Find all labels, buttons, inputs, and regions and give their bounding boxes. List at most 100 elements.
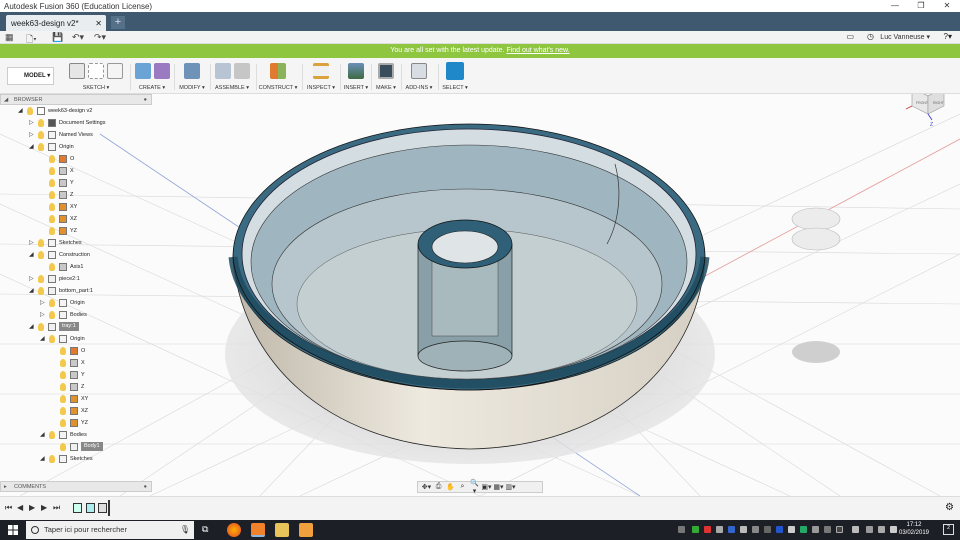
tray-app-icon-5[interactable] <box>740 526 747 533</box>
addins-menu[interactable]: ADD-INS ▾ <box>404 85 434 91</box>
tree-expand-arrow-icon[interactable]: ◢ <box>18 105 23 117</box>
tray-app-icon-6[interactable] <box>752 526 759 533</box>
undo-icon[interactable]: ↶▾ <box>72 32 84 43</box>
tray-app-icon-11[interactable] <box>836 526 843 533</box>
insert-group[interactable]: INSERT ▾ <box>342 60 370 91</box>
select-menu[interactable]: SELECT ▾ <box>441 85 469 91</box>
create-sketch-icon[interactable] <box>69 63 85 79</box>
create-menu[interactable]: CREATE ▾ <box>132 85 172 91</box>
look-at-icon[interactable]: ⎙ <box>433 483 444 491</box>
visibility-bulb-icon[interactable] <box>49 299 55 307</box>
browser-tree-row[interactable]: Y <box>0 369 152 381</box>
browser-tree-row[interactable]: ◢ tray:1 <box>0 321 152 333</box>
tray-app-icon-7[interactable] <box>764 526 771 533</box>
visibility-bulb-icon[interactable] <box>60 443 66 451</box>
visibility-bulb-icon[interactable] <box>38 287 44 295</box>
assemble-menu[interactable]: ASSEMBLE ▾ <box>212 85 252 91</box>
tree-expand-arrow-icon[interactable]: ◢ <box>40 333 45 345</box>
visibility-bulb-icon[interactable] <box>60 383 66 391</box>
visibility-bulb-icon[interactable] <box>60 371 66 379</box>
insert-image-icon[interactable] <box>348 63 364 79</box>
action-center-icon[interactable]: 2 <box>943 524 954 535</box>
tray-app-icon-8[interactable] <box>788 526 795 533</box>
browser-tree-row[interactable]: XZ <box>0 405 152 417</box>
visibility-bulb-icon[interactable] <box>60 395 66 403</box>
assemble-group[interactable]: ASSEMBLE ▾ <box>212 60 252 91</box>
browser-tree-row[interactable]: ▷ Sketches <box>0 237 152 249</box>
inspect-group[interactable]: INSPECT ▾ <box>304 60 338 91</box>
go-to-end-button[interactable]: ⏭ <box>53 503 60 513</box>
windows-start-icon[interactable] <box>8 525 18 535</box>
browser-tree-row[interactable]: ▷ Document Settings <box>0 117 152 129</box>
browser-tree-row[interactable]: ▷ Named Views <box>0 129 152 141</box>
tray-app-icon-1[interactable] <box>692 526 699 533</box>
visibility-bulb-icon[interactable] <box>49 311 55 319</box>
browser-tree-row[interactable]: ◢ Origin <box>0 141 152 153</box>
task-view-icon[interactable]: ⧉ <box>202 524 208 535</box>
visibility-bulb-icon[interactable] <box>60 419 66 427</box>
joint-icon[interactable] <box>233 63 250 79</box>
visibility-bulb-icon[interactable] <box>38 275 44 283</box>
timeline-feature-extrude[interactable] <box>86 503 95 513</box>
timeline-feature-component[interactable] <box>98 503 107 513</box>
orbit-icon[interactable]: ✥▾ <box>421 483 432 491</box>
browser-tree-row[interactable]: YZ <box>0 225 152 237</box>
close-button[interactable]: ✕ <box>934 0 960 12</box>
viewports-icon[interactable]: ▥▾ <box>505 483 516 491</box>
3d-print-icon[interactable] <box>378 63 394 79</box>
grid-settings-icon[interactable]: ▦▾ <box>493 483 504 491</box>
browser-tree-row[interactable]: Y <box>0 177 152 189</box>
pan-icon[interactable]: ✋ <box>445 483 456 491</box>
fusion360-taskbar-icon[interactable] <box>251 523 265 537</box>
firefox-icon[interactable] <box>227 523 241 537</box>
comments-panel[interactable]: ▸ COMMENTS ● <box>0 481 152 492</box>
addins-group[interactable]: ADD-INS ▾ <box>404 60 434 91</box>
visibility-bulb-icon[interactable] <box>38 239 44 247</box>
browser-tree-row[interactable]: YZ <box>0 417 152 429</box>
clock[interactable]: 17:12 03/02/2019 <box>894 521 934 537</box>
select-cursor-icon[interactable] <box>446 62 464 80</box>
sketch-group[interactable]: SKETCH ▾ <box>64 60 128 91</box>
timeline-marker[interactable] <box>108 500 110 516</box>
visibility-bulb-icon[interactable] <box>38 143 44 151</box>
tray-app-icon-4[interactable] <box>728 526 735 533</box>
inspect-menu[interactable]: INSPECT ▾ <box>304 85 338 91</box>
visibility-bulb-icon[interactable] <box>60 359 66 367</box>
tree-expand-arrow-icon[interactable]: ◢ <box>29 321 34 333</box>
rectangle-tool-icon[interactable] <box>107 63 123 79</box>
document-tab[interactable]: week63-design v2* ✕ <box>6 15 106 31</box>
browser-header[interactable]: ◢ BROWSER ● <box>0 94 152 105</box>
people-icon[interactable] <box>678 526 685 533</box>
chat-icon[interactable]: ▭ <box>846 32 854 41</box>
file-explorer-icon[interactable] <box>275 523 289 537</box>
browser-tree-row[interactable]: ◢ bottom_part:1 <box>0 285 152 297</box>
browser-tree-row[interactable]: O <box>0 153 152 165</box>
browser-tree-row[interactable]: ▷ piece2:1 <box>0 273 152 285</box>
visibility-bulb-icon[interactable] <box>27 107 33 115</box>
new-tab-button[interactable]: + <box>111 16 125 29</box>
browser-tree-row[interactable]: Axis1 <box>0 261 152 273</box>
modify-menu[interactable]: MODIFY ▾ <box>178 85 206 91</box>
construct-group[interactable]: CONSTRUCT ▾ <box>258 60 298 91</box>
collapse-arrow-icon[interactable]: ◢ <box>4 95 8 105</box>
zoom-icon[interactable]: ⌕ <box>457 483 468 491</box>
visibility-bulb-icon[interactable] <box>49 263 55 271</box>
visibility-bulb-icon[interactable] <box>38 119 44 127</box>
tray-app-icon-9[interactable] <box>800 526 807 533</box>
browser-tree-row[interactable]: ▷ Bodies <box>0 309 152 321</box>
browser-tree-row[interactable]: O <box>0 345 152 357</box>
view-cube[interactable]: FRONT RIGHT Z <box>900 94 956 130</box>
pattern-icon[interactable] <box>153 63 170 79</box>
insert-menu[interactable]: INSERT ▾ <box>342 85 370 91</box>
visibility-bulb-icon[interactable] <box>38 251 44 259</box>
browser-tree-row[interactable]: X <box>0 165 152 177</box>
measure-icon[interactable] <box>313 63 329 79</box>
whats-new-link[interactable]: Find out what's new. <box>506 47 569 54</box>
tree-expand-arrow-icon[interactable]: ◢ <box>40 453 45 465</box>
visibility-bulb-icon[interactable] <box>38 323 44 331</box>
visibility-bulb-icon[interactable] <box>38 131 44 139</box>
browser-tree-row[interactable]: ▷ Origin <box>0 297 152 309</box>
press-pull-icon[interactable] <box>184 63 200 79</box>
redo-icon[interactable]: ↷▾ <box>94 32 106 43</box>
fit-icon[interactable]: 🔍▾ <box>469 479 480 495</box>
